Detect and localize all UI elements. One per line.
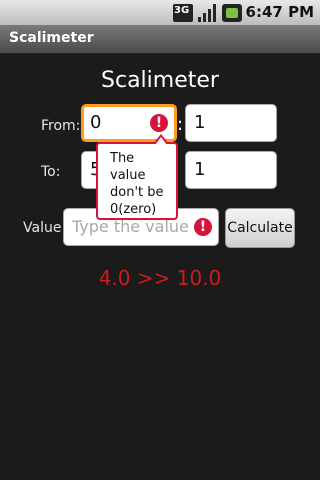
- main-content: Scalimeter From: 0 ! : 1 To: 5 1 Value: …: [0, 54, 320, 480]
- error-popup: The value don't be 0(zero): [96, 134, 178, 220]
- network-3g-icon: 3G: [173, 4, 193, 22]
- error-icon[interactable]: !: [150, 114, 168, 132]
- status-bar: 3G 6:47 PM: [0, 0, 320, 25]
- result-text: 4.0 >> 10.0: [98, 266, 222, 290]
- calculate-button[interactable]: Calculate: [225, 208, 295, 248]
- signal-icon: [197, 4, 217, 22]
- app-title: Scalimeter: [9, 30, 94, 46]
- page-heading: Scalimeter: [101, 68, 219, 93]
- network-label: 3G: [174, 5, 190, 16]
- title-bar: Scalimeter: [0, 25, 320, 54]
- battery-icon: [222, 4, 242, 22]
- to-label: To:: [41, 164, 61, 180]
- value-error-icon[interactable]: !: [194, 218, 212, 236]
- clock: 6:47 PM: [245, 3, 314, 21]
- error-popup-text: The value don't be 0(zero): [110, 151, 164, 217]
- to-input-2[interactable]: 1: [185, 151, 277, 189]
- from-input-2[interactable]: 1: [185, 104, 277, 142]
- from-label: From:: [41, 118, 81, 134]
- from-colon: :: [177, 114, 184, 135]
- value-label: Value:: [23, 220, 67, 236]
